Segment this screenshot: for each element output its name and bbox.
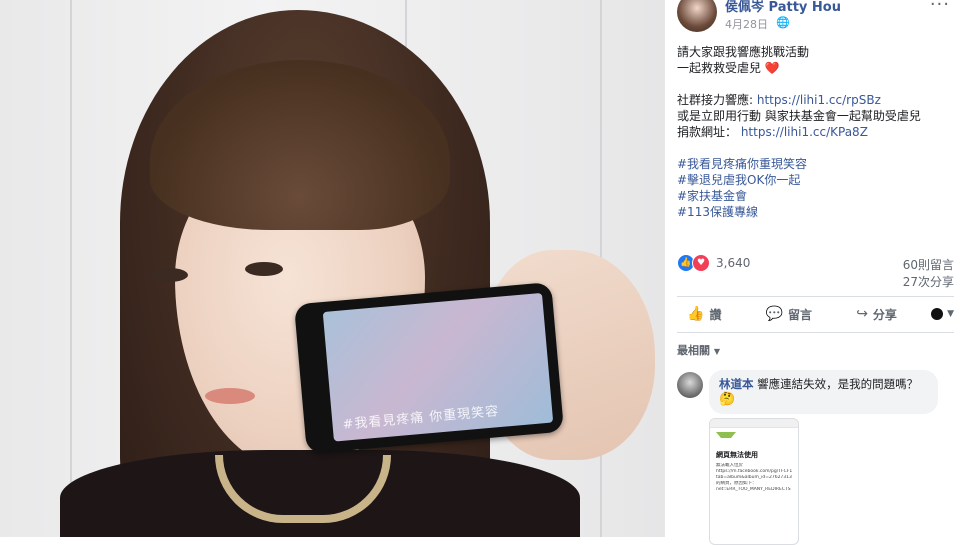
share-as-dropdown[interactable]: ▼ — [931, 308, 954, 320]
thumbs-up-icon: 👍 — [687, 306, 705, 322]
share-label: 分享 — [872, 307, 897, 322]
author-name[interactable]: 侯佩岑 Patty Hou — [725, 0, 841, 15]
post-text: 請大家跟我響應挑戰活動 一起救救受虐兒 ❤️ 社群接力響應: https://l… — [677, 44, 952, 220]
post-photo[interactable]: #我看見疼痛 你重現笑容 — [0, 0, 665, 537]
action-bar: 👍 讚 💬 留言 ↪ 分享 ▼ — [677, 300, 954, 328]
sort-label: 最相關 — [677, 344, 710, 357]
thinking-emoji: 🤔 — [719, 392, 736, 407]
share-arrow-icon: ↪ — [856, 306, 868, 322]
caret-down-icon: ▼ — [947, 309, 954, 319]
globe-icon: 🌐 — [776, 16, 790, 29]
comment-label: 留言 — [788, 307, 813, 322]
phone-screen: #我看見疼痛 你重現笑容 — [322, 292, 554, 442]
shares-count[interactable]: 27次分享 — [903, 273, 954, 290]
hashtag-link[interactable]: #家扶基金會 — [677, 188, 952, 204]
more-options-icon[interactable]: ··· — [930, 0, 950, 15]
hashtag-link[interactable]: #113保護專線 — [677, 204, 952, 220]
post-line: 或是立即用行動 與家扶基金會一起幫助受虐兒 — [677, 109, 921, 123]
post-line-text: 一起救救受虐兒 — [677, 61, 762, 75]
post-date[interactable]: 4月28日 — [725, 16, 768, 32]
post-line: 請大家跟我響應挑戰活動 — [677, 45, 810, 59]
divider — [677, 332, 954, 333]
donation-link[interactable]: https://lihi1.cc/KPa8Z — [741, 125, 868, 139]
comments-count[interactable]: 60則留言 — [903, 256, 954, 273]
error-title: 網頁無法使用 — [716, 451, 758, 459]
post-line: 一起救救受虐兒 ❤️ — [677, 60, 952, 76]
author-avatar[interactable] — [677, 0, 717, 32]
like-button[interactable]: 👍 讚 — [677, 306, 731, 323]
reaction-count: 3,640 — [716, 256, 751, 270]
commenter-avatar[interactable] — [677, 372, 703, 398]
hashtag-link[interactable]: #擊退兒虐我OK你一起 — [677, 172, 952, 188]
hashtag-link[interactable]: #我看見疼痛你重現笑容 — [677, 156, 952, 172]
browser-bar — [710, 419, 798, 428]
caret-down-icon: ▼ — [713, 347, 720, 356]
comment-attachment-image[interactable]: 網頁無法使用 無法載入位於 https://m.facebook.com/pg/… — [709, 418, 799, 545]
share-button[interactable]: ↪ 分享 — [846, 306, 907, 323]
error-icon — [716, 432, 736, 446]
post-line-text: 捐款網址： — [677, 125, 741, 139]
comment-text: 響應連結失效，是我的問題嗎？ — [757, 377, 919, 391]
comment-bubble: 林道本 響應連結失效，是我的問題嗎？ 🤔 — [709, 370, 938, 414]
post-line: 捐款網址： https://lihi1.cc/KPa8Z — [677, 124, 952, 140]
right-eye — [245, 262, 283, 276]
comment-bubble-icon: 💬 — [765, 306, 784, 322]
phone: #我看見疼痛 你重現笑容 — [293, 282, 565, 454]
divider — [677, 296, 954, 297]
lips — [205, 388, 255, 404]
heart-emoji: ❤️ — [764, 61, 780, 75]
reactions-summary[interactable]: 👍 ♥ 3,640 — [677, 254, 750, 272]
comment-button[interactable]: 💬 留言 — [756, 306, 822, 323]
response-link[interactable]: https://lihi1.cc/rpSBz — [757, 93, 881, 107]
like-label: 讚 — [709, 307, 722, 322]
post-line-text: 社群接力響應: — [677, 93, 757, 107]
love-reaction-icon: ♥ — [692, 254, 710, 272]
post-line: 社群接力響應: https://lihi1.cc/rpSBz — [677, 92, 952, 108]
error-line: net::ERR_TOO_MANY_REDIRECTS — [716, 487, 791, 492]
comment-sort-dropdown[interactable]: 最相關 ▼ — [677, 342, 720, 358]
phone-caption: #我看見疼痛 你重現笑容 — [342, 404, 500, 433]
post-panel: 侯佩岑 Patty Hou 4月28日 🌐 ··· 請大家跟我響應挑戰活動 一起… — [665, 0, 960, 545]
wall-line — [70, 0, 72, 537]
profile-dot-icon — [931, 308, 944, 320]
commenter-name[interactable]: 林道本 — [719, 377, 754, 391]
left-eye — [150, 268, 188, 282]
